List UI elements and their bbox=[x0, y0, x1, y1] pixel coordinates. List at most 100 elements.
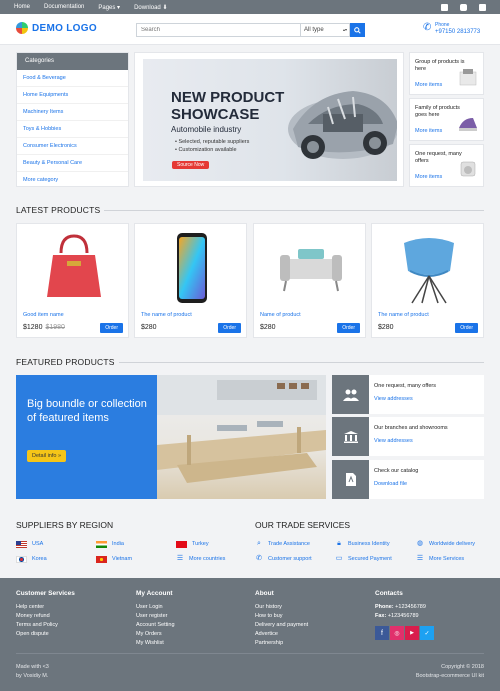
category-item[interactable]: Home Equipments bbox=[17, 87, 128, 104]
supplier-region-label: Korea bbox=[32, 556, 47, 562]
detail-info-button[interactable]: Detail info » bbox=[27, 450, 67, 462]
footer-link[interactable]: Open dispute bbox=[16, 630, 126, 639]
footer-link[interactable]: Partnership bbox=[255, 639, 365, 648]
logo[interactable]: DEMO LOGO bbox=[16, 22, 97, 34]
product-name[interactable]: Name of product bbox=[260, 312, 301, 318]
trade-service-item[interactable]: ⌕ Trade Assistance bbox=[255, 540, 335, 548]
footer-link[interactable]: Money refund bbox=[16, 612, 126, 621]
featured-service-item[interactable]: Our branches and showrooms View addresse… bbox=[332, 417, 484, 456]
supplier-region-label: More countries bbox=[189, 556, 226, 562]
phone-icon: ✆ bbox=[423, 22, 432, 33]
footer-bottom: Made with <3 by Vosidiy M. Copyright © 2… bbox=[16, 653, 484, 679]
instagram-icon[interactable]: ◎ bbox=[390, 626, 404, 640]
trade-services: OUR TRADE SERVICES ⌕ Trade Assistance 🔒︎ B… bbox=[255, 520, 490, 563]
footer-link[interactable]: User register bbox=[136, 612, 246, 621]
side-ad-card[interactable]: Family of products goes here More items bbox=[409, 98, 484, 141]
twitter-icon[interactable] bbox=[479, 3, 486, 11]
side-ad-link[interactable]: More items bbox=[415, 128, 442, 134]
side-ad-card[interactable]: Group of products is here More items bbox=[409, 52, 484, 95]
side-ad-link[interactable]: More items bbox=[415, 174, 442, 180]
trade-service-item[interactable]: ▭ Secured Payment bbox=[335, 555, 416, 563]
nav-pages[interactable]: Pages ▾ bbox=[98, 4, 120, 11]
footer-link[interactable]: Terms and Policy bbox=[16, 621, 126, 630]
iron-image bbox=[459, 118, 477, 131]
featured-service-link[interactable]: View addresses bbox=[374, 438, 413, 444]
product-card[interactable]: Good item name $1280 $1980 Order bbox=[16, 223, 129, 338]
trade-service-item[interactable]: ◍ Worldwide delivery bbox=[416, 540, 496, 548]
search-button[interactable] bbox=[350, 23, 365, 37]
footer-link[interactable]: My Orders bbox=[136, 630, 246, 639]
trade-service-label: Secured Payment bbox=[348, 556, 392, 562]
footer-link[interactable]: Help center bbox=[16, 603, 126, 612]
featured-service-link[interactable]: View addresses bbox=[374, 396, 413, 402]
category-item[interactable]: Food & Beverage bbox=[17, 70, 128, 87]
footer-heading: Customer Services bbox=[16, 590, 75, 597]
category-item[interactable]: Beauty & Personal Care bbox=[17, 155, 128, 172]
featured-promo-text: Big boundle or collection of featured it… bbox=[27, 398, 147, 424]
order-button[interactable]: Order bbox=[100, 323, 123, 333]
instagram-icon[interactable] bbox=[460, 3, 467, 11]
featured-service-link[interactable]: Download file bbox=[374, 481, 407, 487]
twitter-icon[interactable]: ✓ bbox=[420, 626, 434, 640]
facebook-icon[interactable] bbox=[441, 3, 448, 11]
footer-link[interactable]: My Wishlist bbox=[136, 639, 246, 648]
category-more[interactable]: More category bbox=[17, 172, 128, 189]
section-divider bbox=[104, 209, 484, 211]
footer-link[interactable]: Delivery and payment bbox=[255, 621, 365, 630]
categories-panel: Categories Food & Beverage Home Equipmen… bbox=[16, 52, 129, 187]
youtube-icon[interactable]: ▶ bbox=[405, 626, 419, 640]
order-button[interactable]: Order bbox=[455, 323, 478, 333]
supplier-region-more[interactable]: ☰ More countries bbox=[176, 555, 246, 563]
footer-link[interactable]: User Login bbox=[136, 603, 246, 612]
facebook-icon[interactable]: f bbox=[375, 626, 389, 640]
sofa-image bbox=[280, 249, 342, 292]
search-input[interactable] bbox=[136, 23, 300, 37]
banner-subtitle: Automobile industry bbox=[171, 125, 242, 134]
featured-products-heading: FEATURED PRODUCTS bbox=[16, 357, 115, 367]
pdf-file-icon bbox=[332, 460, 369, 499]
product-card[interactable]: The name of product $280 Order bbox=[371, 223, 484, 338]
turkey-flag-icon bbox=[176, 540, 187, 548]
made-with-text: Made with <3 bbox=[16, 664, 49, 670]
author-text: by Vosidiy M. bbox=[16, 673, 49, 679]
nav-home[interactable]: Home bbox=[14, 4, 30, 10]
footer-link[interactable]: Our history bbox=[255, 603, 365, 612]
supplier-region-usa[interactable]: USA bbox=[16, 540, 96, 548]
side-ad-card[interactable]: One request, many offers More items bbox=[409, 144, 484, 187]
search-icon: ⌕ bbox=[257, 540, 261, 547]
source-now-button[interactable]: Source Now bbox=[172, 161, 210, 169]
product-name[interactable]: The name of product bbox=[141, 312, 192, 318]
hero-banner[interactable]: NEW PRODUCT SHOWCASE Automobile industry… bbox=[143, 59, 397, 181]
featured-service-item[interactable]: Check our catalog Download file bbox=[332, 460, 484, 499]
side-ad-link[interactable]: More items bbox=[415, 82, 442, 88]
footer-link[interactable]: Advertice bbox=[255, 630, 365, 639]
supplier-region-india[interactable]: India bbox=[96, 540, 176, 548]
search-scope-select[interactable]: All type bbox=[300, 23, 350, 37]
category-item[interactable]: Consumer Electronics bbox=[17, 138, 128, 155]
product-name[interactable]: Good item name bbox=[23, 312, 64, 318]
trade-service-item[interactable]: 🔒︎ Business Identity bbox=[335, 540, 416, 548]
supplier-region-turkey[interactable]: Turkey bbox=[176, 540, 246, 548]
nav-download[interactable]: Download ⬇ bbox=[134, 4, 167, 11]
category-item[interactable]: Machinery Items bbox=[17, 104, 128, 121]
order-button[interactable]: Order bbox=[337, 323, 360, 333]
product-card[interactable]: The name of product $280 Order bbox=[134, 223, 247, 338]
supplier-region-vietnam[interactable]: Vietnam bbox=[96, 555, 176, 563]
top-bar: Home Documentation Pages ▾ Download ⬇ bbox=[0, 0, 500, 14]
nav-documentation[interactable]: Documentation bbox=[44, 4, 84, 10]
nav-download-label: Download bbox=[134, 4, 161, 11]
trade-service-item[interactable]: ✆ Customer support bbox=[255, 555, 335, 563]
footer-link[interactable]: How to buy bbox=[255, 612, 365, 621]
footer-fax-value: +123456789 bbox=[386, 613, 419, 619]
category-item[interactable]: Toys & Hobbies bbox=[17, 121, 128, 138]
featured-service-item[interactable]: One request, many offers View addresses bbox=[332, 375, 484, 414]
logo-text: DEMO LOGO bbox=[32, 22, 97, 34]
product-name[interactable]: The name of product bbox=[378, 312, 429, 318]
supplier-region-korea[interactable]: Korea bbox=[16, 555, 96, 563]
footer-link[interactable]: Account Setting bbox=[136, 621, 246, 630]
trade-service-item[interactable]: ☰ More Services bbox=[416, 555, 496, 563]
product-card[interactable]: Name of product $280 Order bbox=[253, 223, 366, 338]
trade-services-grid: ⌕ Trade Assistance 🔒︎ Business Identity ◍ W… bbox=[255, 540, 490, 563]
phone-number[interactable]: +97150 2813773 bbox=[435, 28, 480, 36]
order-button[interactable]: Order bbox=[218, 323, 241, 333]
